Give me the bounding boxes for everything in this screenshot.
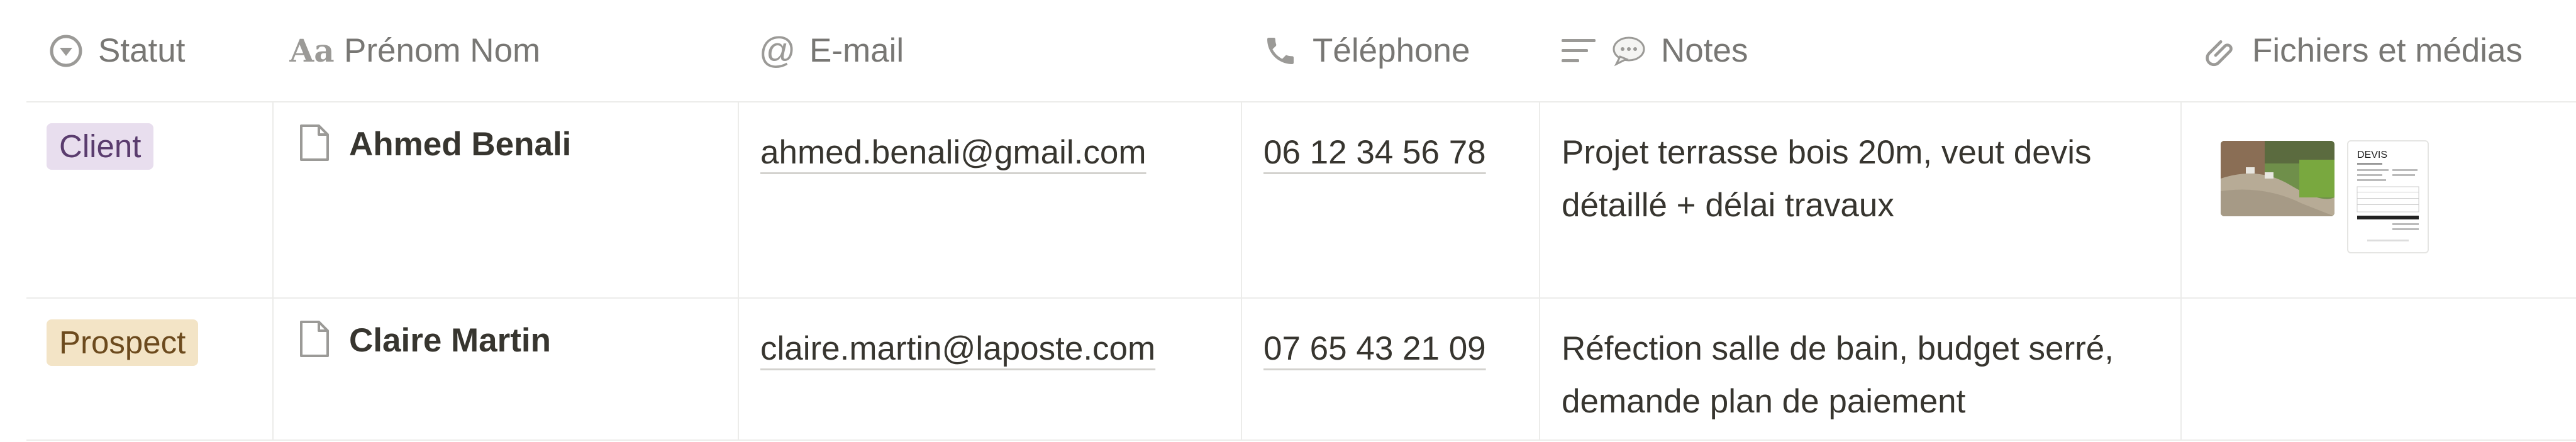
notes-text: Réfection salle de bain, budget serré, d… — [1562, 330, 2114, 420]
email-link[interactable]: ahmed.benali@gmail.com — [760, 126, 1146, 179]
contact-name[interactable]: Ahmed Benali — [349, 125, 571, 163]
column-label: Fichiers et médias — [2252, 32, 2523, 69]
contact-name[interactable]: Claire Martin — [349, 321, 551, 360]
cell-email[interactable]: claire.martin@laposte.com — [738, 297, 1241, 439]
column-header-statut[interactable]: Statut — [26, 0, 272, 101]
table-row[interactable]: Client Ahmed Benali ahmed.benali@gmail.c… — [26, 101, 2576, 299]
document-title: DEVIS — [2357, 150, 2387, 160]
status-badge: Prospect — [47, 319, 199, 366]
column-header-nom[interactable]: Aa Prénom Nom — [272, 0, 738, 101]
speech-bubble-icon — [1611, 33, 1647, 69]
paperclip-icon — [2202, 33, 2238, 69]
page-icon — [299, 123, 330, 165]
image-thumbnail[interactable] — [2221, 141, 2334, 216]
cell-statut[interactable]: Client — [26, 101, 272, 297]
phone-link[interactable]: 06 12 34 56 78 — [1263, 126, 1486, 179]
column-label: Téléphone — [1313, 32, 1470, 69]
table-header: Statut Aa Prénom Nom @ E-mail Téléphone — [26, 0, 2576, 102]
table-row[interactable]: Prospect Claire Martin claire.martin@lap… — [26, 297, 2576, 441]
status-badge: Client — [47, 123, 154, 170]
column-header-fichiers[interactable]: Fichiers et médias — [2180, 0, 2576, 101]
column-label: E-mail — [809, 32, 904, 69]
cell-telephone[interactable]: 06 12 34 56 78 — [1241, 101, 1539, 297]
lines-icon — [1560, 33, 1597, 69]
page-icon — [299, 319, 330, 362]
column-label: Statut — [98, 32, 186, 69]
cell-notes[interactable]: Réfection salle de bain, budget serré, d… — [1539, 297, 2180, 439]
column-header-notes[interactable]: Notes — [1539, 0, 2180, 101]
column-label: Notes — [1661, 32, 1748, 69]
cell-telephone[interactable]: 07 65 43 21 09 — [1241, 297, 1539, 439]
cell-fichiers[interactable] — [2180, 297, 2576, 439]
column-header-email[interactable]: @ E-mail — [738, 0, 1241, 101]
notes-text: Projet terrasse bois 20m, veut devis dét… — [1562, 134, 2092, 224]
phone-link[interactable]: 07 65 43 21 09 — [1263, 323, 1486, 375]
column-header-telephone[interactable]: Téléphone — [1241, 0, 1539, 101]
text-aa-icon: Aa — [289, 32, 335, 69]
cell-fichiers[interactable]: DEVIS — [2180, 101, 2576, 297]
cell-nom[interactable]: Claire Martin — [272, 297, 738, 439]
column-label: Prénom Nom — [344, 32, 541, 69]
at-sign-icon: @ — [758, 30, 796, 71]
cell-notes[interactable]: Projet terrasse bois 20m, veut devis dét… — [1539, 101, 2180, 297]
cell-email[interactable]: ahmed.benali@gmail.com — [738, 101, 1241, 297]
cell-statut[interactable]: Prospect — [26, 297, 272, 439]
document-thumbnail[interactable]: DEVIS — [2347, 140, 2429, 253]
email-link[interactable]: claire.martin@laposte.com — [760, 323, 1155, 375]
status-circle-icon — [48, 33, 84, 69]
phone-icon — [1262, 33, 1299, 69]
cell-nom[interactable]: Ahmed Benali — [272, 101, 738, 297]
